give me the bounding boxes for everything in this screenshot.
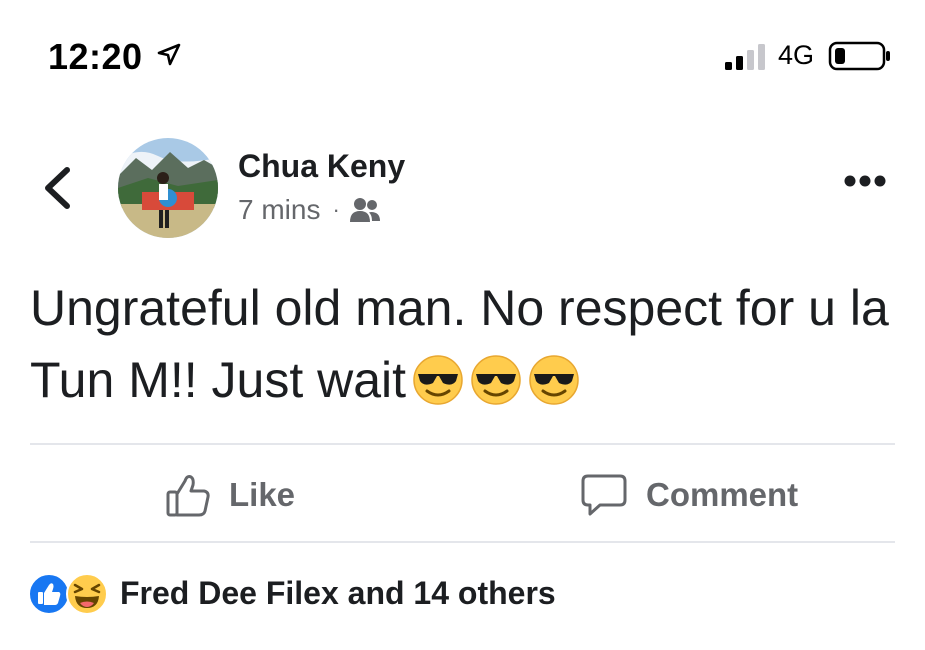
reaction-icons [28, 571, 112, 615]
comment-button[interactable]: Comment [580, 465, 798, 525]
divider-top [30, 443, 895, 445]
sunglasses-emoji-icon [471, 355, 521, 405]
back-chevron-icon[interactable] [40, 165, 74, 211]
status-time: 12:20 [48, 36, 143, 77]
divider-bottom [30, 541, 895, 543]
location-arrow-icon [157, 43, 181, 66]
friends-icon [349, 198, 380, 222]
comment-label: Comment [646, 476, 799, 513]
like-reaction-icon [28, 573, 70, 615]
battery-icon [828, 41, 890, 71]
post-meta: 7 mins · [238, 194, 381, 226]
like-label: Like [229, 476, 296, 513]
sunglasses-emoji-icon [413, 355, 463, 405]
status-bar: 12:20 4G [0, 0, 925, 110]
haha-reaction-icon [66, 573, 108, 615]
network-type: 4G [778, 40, 815, 70]
author-name[interactable]: Chua Keny [238, 148, 405, 185]
post-header: Chua Keny 7 mins · [0, 130, 925, 250]
thumbs-up-icon [166, 475, 210, 517]
reactions-summary[interactable]: Fred Dee Filex and 14 others [28, 568, 556, 618]
sunglasses-emoji-icon [529, 355, 579, 405]
post-time[interactable]: 7 mins [238, 194, 320, 226]
avatar-photo [118, 138, 218, 238]
like-button[interactable]: Like [165, 465, 295, 525]
more-options-icon[interactable] [843, 174, 887, 188]
author-avatar[interactable] [118, 138, 218, 238]
comment-bubble-icon [581, 474, 627, 516]
meta-separator: · [332, 197, 340, 222]
post-body: Ungrateful old man. No respect for u la … [30, 272, 910, 416]
reaction-summary-text[interactable]: Fred Dee Filex and 14 others [120, 575, 556, 612]
cellular-signal-icon [725, 44, 765, 70]
